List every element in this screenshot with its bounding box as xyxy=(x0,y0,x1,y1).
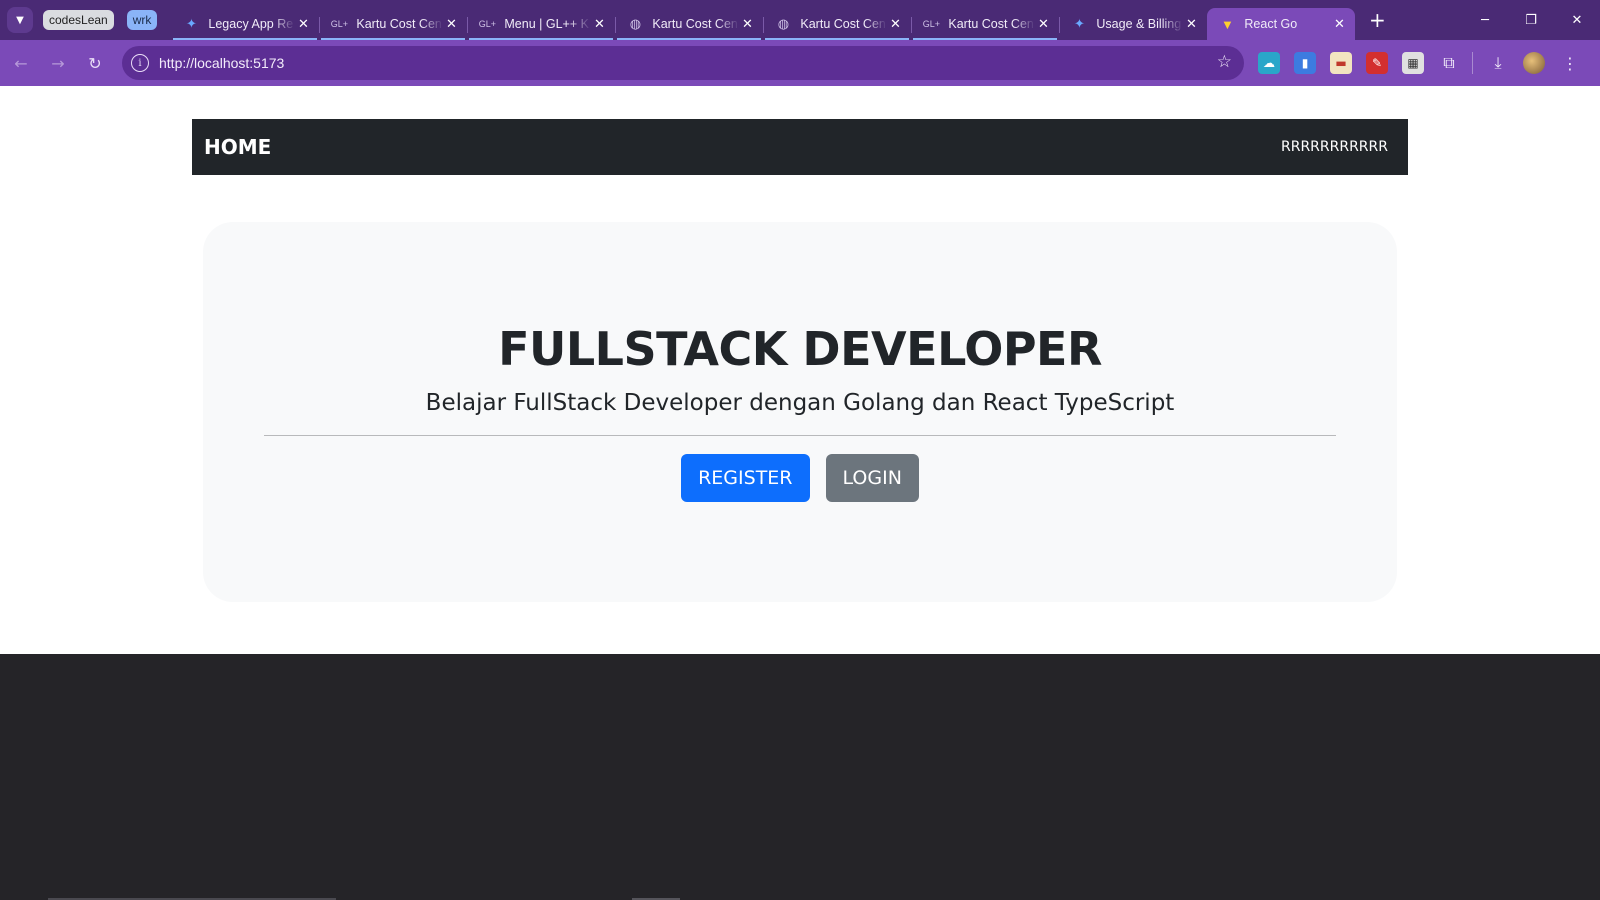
hero-divider xyxy=(264,435,1336,436)
tab-kartu-cost-2[interactable]: ◍ Kartu Cost Cen ✕ xyxy=(615,8,763,40)
minimize-icon[interactable]: ─ xyxy=(1462,0,1508,40)
tab-title: Kartu Cost Cen xyxy=(652,17,738,31)
tab-divider xyxy=(319,17,321,33)
window-close-icon[interactable]: ✕ xyxy=(1554,0,1600,40)
vite-icon: ▼ xyxy=(1220,16,1234,32)
site-info-icon[interactable]: i xyxy=(131,54,149,72)
tab-kartu-cost-4[interactable]: GL+ Kartu Cost Cen ✕ xyxy=(911,8,1059,40)
url-text[interactable]: http://localhost:5173 xyxy=(159,55,284,71)
browser-window: ▼ codesLean wrk ✦ Legacy App Re ✕ GL+ Ka… xyxy=(0,0,1600,900)
browser-menu-icon[interactable]: ⋮ xyxy=(1559,52,1581,74)
page-viewport: HOME RRRRRRRRRRR FULLSTACK DEVELOPER Bel… xyxy=(0,86,1600,654)
restore-icon[interactable]: ❐ xyxy=(1508,0,1554,40)
extensions-puzzle-icon[interactable]: ⧉ xyxy=(1438,52,1460,74)
close-icon[interactable]: ✕ xyxy=(295,16,311,32)
tab-divider xyxy=(911,17,913,33)
extension-cloud-icon[interactable]: ☁ xyxy=(1258,52,1280,74)
tab-title: Kartu Cost Cen xyxy=(800,17,886,31)
tab-strip: ▼ codesLean wrk ✦ Legacy App Re ✕ GL+ Ka… xyxy=(0,0,1600,40)
extension-book-icon[interactable]: ▮ xyxy=(1294,52,1316,74)
close-icon[interactable]: ✕ xyxy=(1183,16,1199,32)
tab-kartu-cost-3[interactable]: ◍ Kartu Cost Cen ✕ xyxy=(763,8,911,40)
navbar-brand-home[interactable]: HOME xyxy=(204,135,271,159)
hero-subtitle: Belajar FullStack Developer dengan Golan… xyxy=(425,390,1175,416)
page-dark-area xyxy=(0,654,1600,900)
extension-note-icon[interactable]: ▬ xyxy=(1330,52,1352,74)
extensions-area: ☁ ▮ ▬ ✎ ▦ ⧉ ⤓ ⋮ xyxy=(1258,40,1595,86)
page-title: FULLSTACK DEVELOPER xyxy=(498,322,1102,376)
close-icon[interactable]: ✕ xyxy=(591,16,607,32)
back-arrow-icon[interactable]: ← xyxy=(5,47,37,79)
tab-menu-glpp[interactable]: GL+ Menu | GL++ K ✕ xyxy=(467,8,615,40)
tab-usage-billing[interactable]: ✦ Usage & Billing ✕ xyxy=(1059,8,1207,40)
tab-react-go[interactable]: ▼ React Go ✕ xyxy=(1207,8,1356,40)
tab-group-wrk[interactable]: wrk xyxy=(126,10,158,30)
new-tab-button[interactable]: + xyxy=(1363,6,1391,34)
butterfly-icon: ✦ xyxy=(1073,16,1085,31)
download-icon[interactable]: ⤓ xyxy=(1487,52,1509,74)
tab-legacy-app[interactable]: ✦ Legacy App Re ✕ xyxy=(171,8,319,40)
tab-kartu-cost-1[interactable]: GL+ Kartu Cost Cen ✕ xyxy=(319,8,467,40)
tab-title: Kartu Cost Cen xyxy=(948,17,1034,31)
close-icon[interactable]: ✕ xyxy=(739,16,755,32)
globe-icon: ◍ xyxy=(629,16,642,31)
close-icon[interactable]: ✕ xyxy=(443,16,459,32)
tab-title: Kartu Cost Cen xyxy=(356,17,442,31)
app-navbar: HOME RRRRRRRRRRR xyxy=(192,119,1408,175)
tab-title: Usage & Billing xyxy=(1096,17,1182,31)
address-bar[interactable]: i http://localhost:5173 ☆ xyxy=(122,46,1244,80)
close-icon[interactable]: ✕ xyxy=(1035,16,1051,32)
globe-icon: ◍ xyxy=(777,16,790,31)
reload-icon[interactable]: ↻ xyxy=(79,47,111,79)
glpp-icon: GL+ xyxy=(478,19,497,29)
tab-search-chevron-icon[interactable]: ▼ xyxy=(7,7,33,33)
window-controls: ─ ❐ ✕ xyxy=(1462,0,1600,40)
forward-arrow-icon[interactable]: → xyxy=(42,47,74,79)
hero-section: FULLSTACK DEVELOPER Belajar FullStack De… xyxy=(203,222,1397,602)
hero-actions: REGISTER LOGIN xyxy=(203,454,1397,502)
tab-title: React Go xyxy=(1244,17,1298,31)
tab-divider xyxy=(1059,17,1061,33)
extension-pen-icon[interactable]: ✎ xyxy=(1366,52,1388,74)
tab-divider xyxy=(763,17,765,33)
tab-divider xyxy=(615,17,617,33)
browser-toolbar: ← → ↻ i http://localhost:5173 ☆ ☁ ▮ ▬ ✎ … xyxy=(0,40,1600,86)
tab-group-codeslean[interactable]: codesLean xyxy=(43,10,114,30)
profile-avatar[interactable] xyxy=(1523,52,1545,74)
login-button[interactable]: LOGIN xyxy=(825,454,919,502)
bookmark-star-icon[interactable]: ☆ xyxy=(1217,52,1232,72)
glpp-icon: GL+ xyxy=(330,19,349,29)
register-button[interactable]: REGISTER xyxy=(681,454,810,502)
tab-divider xyxy=(467,17,469,33)
navbar-user-name[interactable]: RRRRRRRRRRR xyxy=(1281,139,1388,155)
close-icon[interactable]: ✕ xyxy=(1331,16,1347,32)
tab-title: Menu | GL++ K xyxy=(504,17,589,31)
toolbar-divider xyxy=(1472,52,1473,74)
extension-qr-icon[interactable]: ▦ xyxy=(1402,52,1424,74)
glpp-icon: GL+ xyxy=(922,19,941,29)
butterfly-icon: ✦ xyxy=(185,16,197,31)
tab-title: Legacy App Re xyxy=(208,17,294,31)
close-icon[interactable]: ✕ xyxy=(887,16,903,32)
